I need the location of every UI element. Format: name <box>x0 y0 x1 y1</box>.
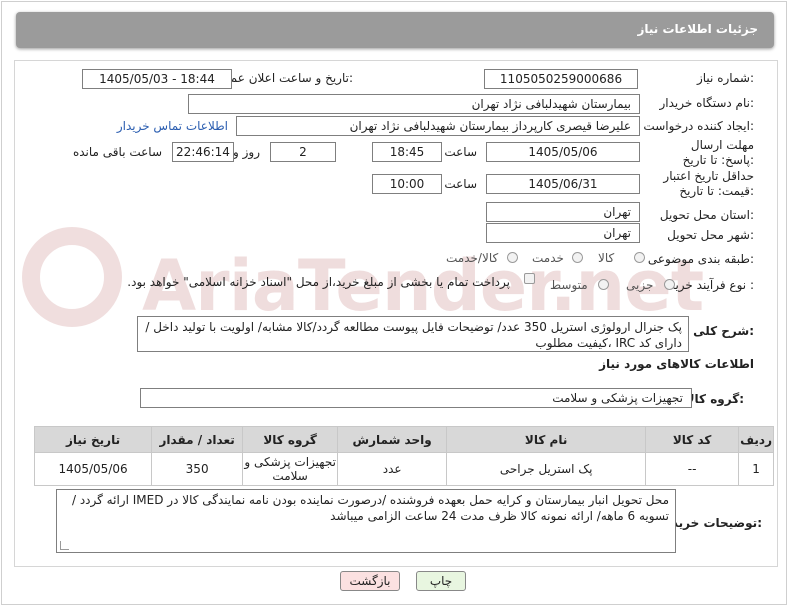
process-option-medium: متوسط <box>550 278 588 292</box>
cell-date: 1405/05/06 <box>33 452 153 486</box>
days-label: روز و <box>233 145 260 159</box>
category-option-goods: کالا <box>598 251 615 265</box>
cell-unit: عدد <box>337 452 448 486</box>
col-qty: تعداد / مقدار <box>151 426 244 453</box>
category-label: طبقه بندی موضوعی: <box>647 252 754 266</box>
col-group: گروه کالا <box>242 426 339 453</box>
price-time-label: ساعت <box>444 177 477 191</box>
process-option-minor: جزیی <box>626 278 654 292</box>
goods-table: ردیف کد کالا نام کالا واحد شمارش گروه کا… <box>33 426 774 486</box>
days-field: 2 <box>270 142 336 162</box>
process-label: نوع فرآیند خرید : <box>669 278 754 292</box>
process-radio-minor[interactable] <box>664 279 675 290</box>
description-text: پک جنرال ارولوژی استریل 350 عدد/ توضیحات… <box>145 320 682 350</box>
remaining-time-field: 22:46:14 <box>172 142 234 162</box>
reply-time-label: ساعت <box>444 145 477 159</box>
remaining-label: ساعت باقی مانده <box>72 145 162 159</box>
delivery-province-field: تهران <box>486 202 640 222</box>
delivery-city-field: تهران <box>486 223 640 243</box>
category-radio-goods[interactable] <box>634 252 645 263</box>
description-textarea[interactable]: پک جنرال ارولوژی استریل 350 عدد/ توضیحات… <box>137 316 689 352</box>
price-validity-label: حداقل تاریخ اعتبار قیمت: تا تاریخ: <box>663 169 754 198</box>
cell-qty: 350 <box>151 452 244 486</box>
goods-group-field: تجهیزات پزشکی و سلامت <box>140 388 692 408</box>
col-row: ردیف <box>738 426 774 453</box>
category-radio-service[interactable] <box>572 252 583 263</box>
page-header: جزئیات اطلاعات نیاز <box>16 12 774 48</box>
price-date-field: 1405/06/31 <box>486 174 640 194</box>
delivery-city-label: شهر محل تحویل: <box>667 228 754 242</box>
cell-row: 1 <box>738 452 774 486</box>
cell-group: تجهیزات پزشکی و سلامت <box>242 452 339 486</box>
category-radio-goods-service[interactable] <box>507 252 518 263</box>
page-title: جزئیات اطلاعات نیاز <box>637 22 758 36</box>
contact-info-link[interactable]: اطلاعات تماس خریدار <box>117 119 228 133</box>
back-button[interactable]: بازگشت <box>340 571 400 591</box>
cell-name: پک استریل جراحی <box>446 452 647 486</box>
buyer-org-label: نام دستگاه خریدار: <box>659 96 755 110</box>
reply-time-field: 18:45 <box>372 142 442 162</box>
page-frame: جزئیات اطلاعات نیاز AriaTender.net شماره… <box>1 1 787 605</box>
process-radio-medium[interactable] <box>598 279 609 290</box>
print-button[interactable]: چاپ <box>416 571 466 591</box>
buyer-notes-textarea[interactable]: محل تحویل انبار بیمارستان و کرایه حمل بع… <box>56 489 676 553</box>
cell-code: -- <box>645 452 740 486</box>
reply-deadline-label: مهلت ارسال پاسخ: تا تاریخ: <box>682 138 754 167</box>
requester-label: ایجاد کننده درخواست: <box>643 119 754 133</box>
payment-checkbox[interactable] <box>524 273 535 284</box>
col-date: تاریخ نیاز <box>33 426 153 453</box>
delivery-province-label: استان محل تحویل: <box>659 208 754 222</box>
need-number-label: شماره نیاز: <box>696 71 754 85</box>
goods-group-label: گروه کالا: <box>685 392 744 406</box>
col-code: کد کالا <box>645 426 740 453</box>
buyer-org-field: بیمارستان شهیدلبافی نژاد تهران <box>188 94 640 114</box>
col-unit: واحد شمارش <box>337 426 448 453</box>
buyer-notes-text: محل تحویل انبار بیمارستان و کرایه حمل بع… <box>71 493 669 523</box>
category-option-goods-service: کالا/خدمت <box>446 251 499 265</box>
resize-grip-icon[interactable] <box>60 541 69 550</box>
announce-field: 1405/05/03 - 18:44 <box>82 69 232 89</box>
need-number-field: 1105050259000686 <box>484 69 638 89</box>
goods-table-header: ردیف کد کالا نام کالا واحد شمارش گروه کا… <box>33 426 774 453</box>
col-name: نام کالا <box>446 426 647 453</box>
category-option-service: خدمت <box>532 251 564 265</box>
table-row: 1 -- پک استریل جراحی عدد تجهیزات پزشکی و… <box>33 452 774 486</box>
payment-note: پرداخت تمام یا بخشی از مبلغ خرید،از محل … <box>127 275 510 289</box>
goods-info-title: اطلاعات کالاهای مورد نیاز <box>599 357 754 371</box>
price-time-field: 10:00 <box>372 174 442 194</box>
reply-date-field: 1405/05/06 <box>486 142 640 162</box>
requester-field: علیرضا قیصری کارپرداز بیمارستان شهیدلباف… <box>236 116 640 136</box>
